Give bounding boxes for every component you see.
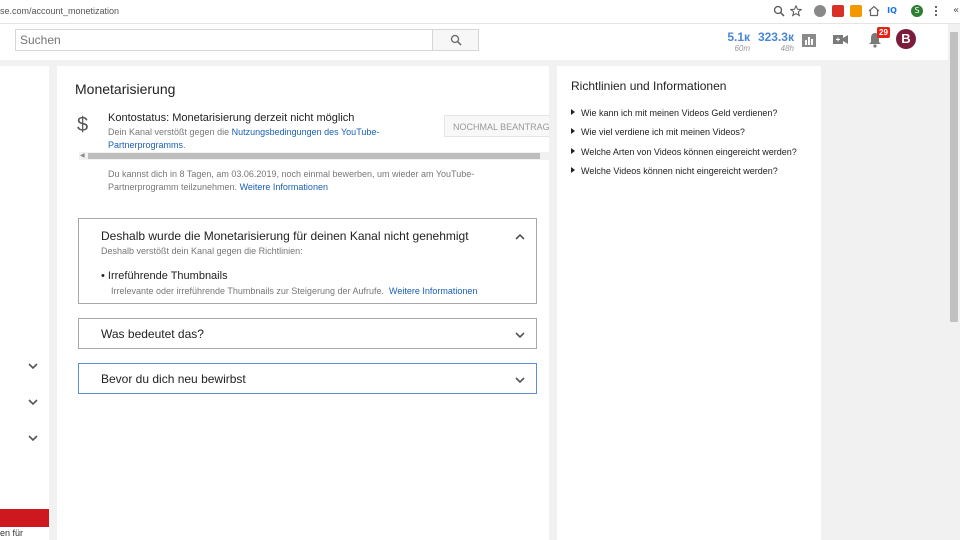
dollar-icon: $ [77, 114, 89, 136]
analytics-icon[interactable] [802, 34, 816, 47]
reapply-more-info-link[interactable]: Weitere Informationen [240, 182, 328, 192]
violation-prefix: Dein Kanal verstößt gegen die [108, 127, 232, 137]
stat-48h[interactable]: 323.3к 48h [752, 30, 794, 53]
sidebar-active-red-item[interactable] [0, 509, 49, 527]
accordion-not-approved[interactable]: Deshalb wurde die Monetarisierung für de… [78, 218, 537, 304]
triangle-right-icon [571, 148, 575, 154]
policy-more-info-link[interactable]: Weitere Informationen [389, 286, 477, 296]
violation-suffix: . [183, 140, 186, 150]
stat-48h-value: 323.3к [757, 30, 794, 44]
sidebar-footer-text: en für [0, 528, 24, 538]
create-video-icon[interactable] [833, 34, 848, 45]
accordion-what-it-means[interactable]: Was bedeutet das? [78, 318, 537, 349]
search-button[interactable] [432, 29, 479, 51]
stat-60m-value: 5.1к [727, 30, 750, 44]
accordion-heading[interactable]: Bevor du dich neu bewirbst [101, 372, 246, 386]
account-avatar[interactable]: B [896, 29, 916, 49]
policy-title: Irreführende Thumbnails [107, 270, 228, 282]
left-sidebar: en für [0, 66, 49, 540]
accordion-heading[interactable]: Was bedeutet das? [101, 327, 204, 341]
chevron-down-icon[interactable] [27, 432, 39, 444]
accordion-before-reapply[interactable]: Bevor du dich neu bewirbst [78, 363, 537, 394]
accordion-heading[interactable]: Deshalb wurde die Monetarisierung für de… [101, 229, 469, 243]
triangle-right-icon [571, 109, 575, 115]
chevron-up-icon[interactable] [514, 231, 526, 243]
page-title: Monetarisierung [75, 81, 176, 97]
horizontal-scrollbar[interactable]: ◀ [79, 152, 549, 160]
bookmark-star-icon[interactable] [790, 5, 802, 17]
violation-notice: Dein Kanal verstößt gegen die Nutzungsbe… [108, 126, 398, 152]
search-input[interactable] [15, 29, 433, 51]
faq-item-label: Welche Videos können nicht eingereicht w… [581, 166, 778, 176]
policy-description: Irrelevante oder irreführende Thumbnails… [111, 285, 477, 298]
faq-item-label: Wie kann ich mit meinen Videos Geld verd… [581, 108, 778, 118]
home-icon[interactable] [868, 5, 880, 17]
address-bar[interactable]: se.com/account_monetization [0, 6, 119, 16]
panel-title: Richtlinien und Informationen [571, 79, 727, 93]
page-scrollbar-thumb[interactable] [950, 32, 958, 322]
reapply-info: Du kannst dich in 8 Tagen, am 03.06.2019… [108, 168, 498, 194]
accordion-subtitle: Deshalb verstößt dein Kanal gegen die Ri… [101, 246, 303, 256]
faq-how-much-link[interactable]: Wie viel verdiene ich mit meinen Videos? [571, 127, 745, 137]
policy-info-panel: Richtlinien und Informationen Wie kann i… [557, 66, 821, 540]
side-arrow-icon[interactable]: « [950, 5, 960, 17]
faq-eligible-videos-link[interactable]: Welche Arten von Videos können eingereic… [571, 147, 797, 157]
search-icon [450, 34, 462, 46]
scrollbar-thumb[interactable] [88, 153, 540, 159]
chevron-down-icon[interactable] [27, 360, 39, 372]
faq-earn-money-link[interactable]: Wie kann ich mit meinen Videos Geld verd… [571, 108, 777, 118]
app-header: 5.1к 60m 323.3к 48h 29 B [0, 24, 948, 60]
iq-extension-icon[interactable]: IQ [886, 5, 898, 17]
notification-count-badge: 29 [877, 27, 890, 38]
stat-60m[interactable]: 5.1к 60m [718, 30, 750, 53]
stat-48h-label: 48h [780, 44, 794, 53]
zoom-icon[interactable] [773, 5, 785, 17]
chevron-down-icon[interactable] [27, 396, 39, 408]
profile-avatar[interactable]: S [911, 5, 923, 17]
monetization-panel: Monetarisierung $ Kontostatus: Monetaris… [57, 66, 549, 540]
policy-desc-text: Irrelevante oder irreführende Thumbnails… [111, 286, 384, 296]
account-status: Kontostatus: Monetarisierung derzeit nic… [108, 112, 355, 124]
policy-bullet: • Irreführende Thumbnails [101, 270, 228, 282]
scroll-left-arrow-icon[interactable]: ◀ [80, 152, 85, 159]
menu-dots-icon[interactable] [930, 5, 942, 17]
browser-toolbar: se.com/account_monetization IQ S « [0, 0, 960, 24]
stat-60m-label: 60m [734, 44, 750, 53]
triangle-right-icon [571, 167, 575, 173]
chevron-down-icon[interactable] [514, 374, 526, 386]
faq-item-label: Welche Arten von Videos können eingereic… [581, 147, 797, 157]
faq-ineligible-videos-link[interactable]: Welche Videos können nicht eingereicht w… [571, 166, 778, 176]
extension-orange-icon[interactable] [850, 5, 862, 17]
extension-red-icon[interactable] [832, 5, 844, 17]
reapply-button[interactable]: NOCHMAL BEANTRAGEN [444, 115, 549, 137]
faq-item-label: Wie viel verdiene ich mit meinen Videos? [581, 127, 745, 137]
chevron-down-icon[interactable] [514, 329, 526, 341]
triangle-right-icon [571, 128, 575, 134]
extension-gray-icon[interactable] [814, 5, 826, 17]
page-scrollbar[interactable] [948, 24, 960, 540]
